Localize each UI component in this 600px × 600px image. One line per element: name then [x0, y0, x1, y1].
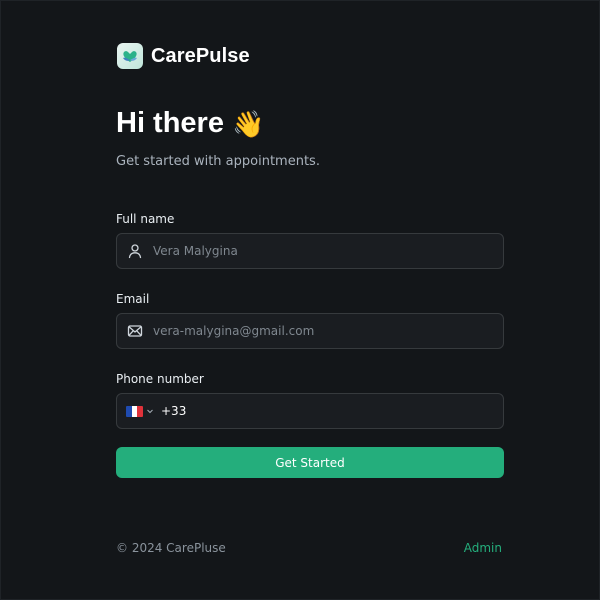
france-flag-icon[interactable]	[126, 405, 143, 417]
chevron-down-icon[interactable]	[146, 407, 154, 415]
page-subtitle: Get started with appointments.	[116, 154, 320, 169]
email-input[interactable]	[153, 314, 503, 348]
title-text: Hi there	[116, 107, 224, 139]
page-title: Hi there 👋	[116, 107, 264, 140]
phone-label: Phone number	[116, 372, 204, 386]
dial-code[interactable]: +33	[161, 404, 186, 418]
heart-hands-icon	[117, 43, 143, 69]
full-name-input[interactable]	[153, 234, 503, 268]
page: CarePulse Hi there 👋 Get started with ap…	[0, 0, 600, 600]
email-field[interactable]	[116, 313, 504, 349]
admin-link[interactable]: Admin	[464, 541, 502, 555]
brand: CarePulse	[117, 43, 250, 69]
phone-field[interactable]: +33	[116, 393, 504, 429]
copyright-text: © 2024 CarePluse	[116, 541, 226, 555]
brand-name: CarePulse	[151, 44, 250, 67]
mail-icon	[127, 323, 143, 339]
email-label: Email	[116, 292, 150, 306]
get-started-button[interactable]: Get Started	[116, 447, 504, 478]
full-name-label: Full name	[116, 212, 175, 226]
waving-hand-icon: 👋	[231, 108, 265, 139]
user-icon	[127, 243, 143, 259]
full-name-field[interactable]	[116, 233, 504, 269]
